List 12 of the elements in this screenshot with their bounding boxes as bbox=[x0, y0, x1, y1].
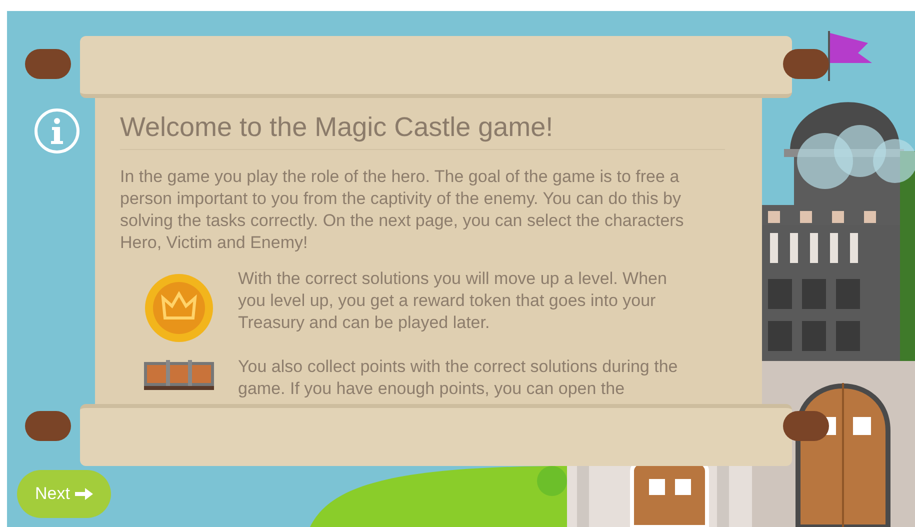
intro-paragraph: In the game you play the role of the hero. The goal of the game is to free a person important to you from the captivity of the enemy. You can do this by solving the tasks correctly. On the next page, you can select the characters Hero, Victim and Enemy! bbox=[120, 166, 685, 254]
scroll-knob-icon bbox=[25, 49, 71, 79]
scroll-knob-icon bbox=[783, 49, 829, 79]
info-icon[interactable] bbox=[34, 108, 80, 154]
item-description: You also collect points with the correct solutions during the game. If you have enough points, you can open the bbox=[238, 356, 679, 400]
treasure-chest-icon bbox=[144, 360, 214, 390]
welcome-title: Welcome to the Magic Castle game! bbox=[120, 109, 725, 150]
scroll-knob-icon bbox=[25, 411, 71, 441]
next-button[interactable]: Next bbox=[17, 470, 111, 518]
crown-coin-icon bbox=[143, 272, 215, 344]
arrow-right-icon bbox=[74, 488, 93, 500]
item-description: With the correct solutions you will move up a level. When you level up, you get a reward token that goes into your Treasury and can be played later. bbox=[238, 268, 668, 334]
